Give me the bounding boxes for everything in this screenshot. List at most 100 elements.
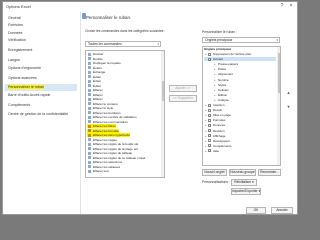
expand-icon[interactable]: + (214, 62, 216, 66)
list-item[interactable]: Effacer les bordures (87, 111, 121, 115)
list-item[interactable]: Effacer le style (87, 106, 113, 110)
sidebar-item-language[interactable]: Langue (5, 57, 77, 64)
tab-checkbox[interactable]: ✓ (208, 113, 212, 117)
tree-item[interactable]: - ✓ Accueil (204, 57, 276, 62)
list-item[interactable]: Dossier (87, 52, 104, 56)
list-item[interactable]: Échange (87, 70, 105, 74)
expand-icon[interactable]: + (214, 78, 216, 82)
new-group-button[interactable]: Nouveau groupe (229, 169, 256, 176)
tree-item[interactable]: + ✓ Données (204, 123, 276, 127)
tree-item[interactable]: + Police (204, 67, 276, 71)
sidebar-item-data[interactable]: Données (5, 30, 77, 37)
list-item[interactable]: Effacer les formats (87, 128, 119, 133)
ribbon-tabs-tree[interactable]: Onglets principaux + ✓ Suppression de l'ar… (202, 46, 281, 166)
sidebar-item-formulas[interactable]: Formules (5, 22, 77, 29)
expand-icon[interactable]: + (205, 134, 207, 138)
remove-button[interactable]: << Supprimer (169, 95, 197, 102)
tree-item[interactable]: + Alignement (204, 72, 276, 76)
sidebar-item-ergonomics[interactable]: Options d'ergonomie (5, 65, 77, 72)
expand-icon[interactable]: + (205, 139, 207, 143)
expand-icon[interactable]: + (214, 67, 216, 71)
list-item[interactable]: Effacer (87, 88, 103, 92)
expand-icon[interactable]: + (205, 149, 207, 153)
sidebar-item-advanced[interactable]: Options avancées (5, 75, 77, 82)
sidebar-item-general[interactable]: Général (5, 15, 77, 22)
tree-item[interactable]: + ✓ Suppression de l'arrière-plan (204, 52, 276, 56)
list-item[interactable]: Effacer les règles (87, 138, 117, 142)
expand-icon[interactable]: + (205, 103, 207, 107)
expand-icon[interactable]: + (205, 144, 207, 148)
list-item[interactable]: Effacer les sélections (87, 160, 122, 164)
tab-checkbox[interactable]: ✓ (208, 144, 212, 148)
cancel-button[interactable]: Annuler (271, 207, 293, 214)
list-item[interactable]: Effacer les commentaires (87, 120, 128, 124)
tab-checkbox[interactable]: ✓ (208, 149, 212, 153)
tree-item[interactable]: + ✓ Insertion (204, 103, 276, 107)
tree-item[interactable]: + Cellules (204, 88, 276, 92)
rename-button[interactable]: Renommer... (258, 169, 281, 176)
tab-checkbox[interactable]: ✓ (208, 123, 212, 127)
sidebar-item-proofing[interactable]: Vérification (5, 37, 77, 44)
expand-icon[interactable]: + (214, 88, 216, 92)
list-item[interactable]: Effacer les règles de la feuille sél. (87, 142, 139, 146)
tree-item[interactable]: + Développeur (204, 139, 276, 143)
tab-checkbox[interactable]: ✓ (208, 52, 212, 56)
customize-ribbon-dropdown[interactable]: Onglets principaux ▾ (202, 37, 280, 43)
sidebar-item-quick-access[interactable]: Barre d'outils Accès rapide (5, 92, 77, 99)
tree-item[interactable]: + ✓ Formules (204, 118, 276, 122)
tab-checkbox[interactable]: ✓ (208, 118, 212, 122)
expand-icon[interactable]: + (205, 118, 207, 122)
list-item[interactable]: Dupliquer la requête (87, 61, 121, 65)
list-item[interactable]: Éclair (87, 75, 101, 79)
expand-icon[interactable]: + (205, 113, 207, 117)
tab-checkbox[interactable] (208, 139, 211, 143)
list-item[interactable]: Effacer les règles de la plage sél. (87, 147, 139, 151)
tab-checkbox[interactable]: ✓ (208, 103, 212, 107)
expand-icon[interactable]: + (205, 129, 207, 133)
commands-scrollbar[interactable] (161, 51, 164, 177)
help-icon[interactable]: ? (279, 3, 285, 9)
tree-item[interactable]: + ✓ Mise en page (204, 113, 276, 117)
move-up-icon[interactable]: ▲ (286, 88, 291, 97)
sidebar-item-save[interactable]: Enregistrement (5, 47, 77, 54)
sidebar-item-customize-ribbon[interactable]: Personnaliser le ruban (5, 84, 77, 91)
collapse-icon[interactable]: - (205, 57, 206, 61)
scroll-thumb[interactable] (277, 53, 280, 93)
list-item[interactable]: Effacer les liens hypertexte (87, 133, 131, 137)
expand-icon[interactable]: + (205, 108, 207, 112)
list-item[interactable]: Effacer les tableaux (87, 165, 120, 169)
move-down-icon[interactable]: ▼ (286, 102, 291, 111)
add-button[interactable]: Ajouter >> (169, 85, 197, 92)
list-item[interactable]: Écarts (87, 66, 102, 70)
expand-icon[interactable]: + (214, 98, 216, 102)
expand-icon[interactable]: + (214, 83, 216, 87)
scroll-thumb[interactable] (161, 81, 164, 101)
tree-scrollbar[interactable] (277, 47, 280, 165)
sidebar-item-addins[interactable]: Compléments (5, 102, 77, 109)
tree-item[interactable]: + ✓ Affichage (204, 134, 276, 138)
list-item[interactable]: Effacer les cercles de validation (87, 115, 136, 119)
tab-checkbox[interactable] (208, 108, 211, 112)
tab-checkbox[interactable]: ✓ (208, 134, 212, 138)
ok-button[interactable]: OK (246, 207, 266, 214)
list-item[interactable]: Éditer (87, 84, 101, 88)
expand-icon[interactable]: + (214, 72, 216, 76)
expand-icon[interactable]: + (214, 93, 216, 97)
list-item[interactable]: Double (87, 57, 103, 61)
tab-checkbox[interactable]: ✓ (208, 129, 212, 133)
tree-item[interactable]: + Édition (204, 93, 276, 97)
reset-button[interactable]: Réinitialiser ▾ (231, 179, 257, 186)
list-item[interactable]: Effacer (87, 93, 103, 97)
list-item[interactable]: Effacer le contenu (87, 102, 118, 106)
tab-checkbox[interactable]: ✓ (208, 57, 212, 61)
expand-icon[interactable]: + (205, 52, 207, 56)
tree-item[interactable]: + Styles (204, 83, 276, 87)
list-item[interactable]: Effacer les filtres (87, 124, 116, 128)
close-icon[interactable]: × (288, 3, 294, 9)
tree-item[interactable]: + ✓ Révision (204, 129, 276, 133)
tree-item[interactable]: + Presse-papiers (204, 62, 276, 66)
sidebar-item-trust-center[interactable]: Centre de gestion de la confidentialité (5, 111, 77, 118)
tree-item[interactable]: + ✓ Compléments (204, 144, 276, 148)
list-item[interactable]: Effacer les règles du tableau (87, 151, 132, 155)
choose-commands-dropdown[interactable]: Toutes les commandes ▾ (85, 41, 161, 47)
